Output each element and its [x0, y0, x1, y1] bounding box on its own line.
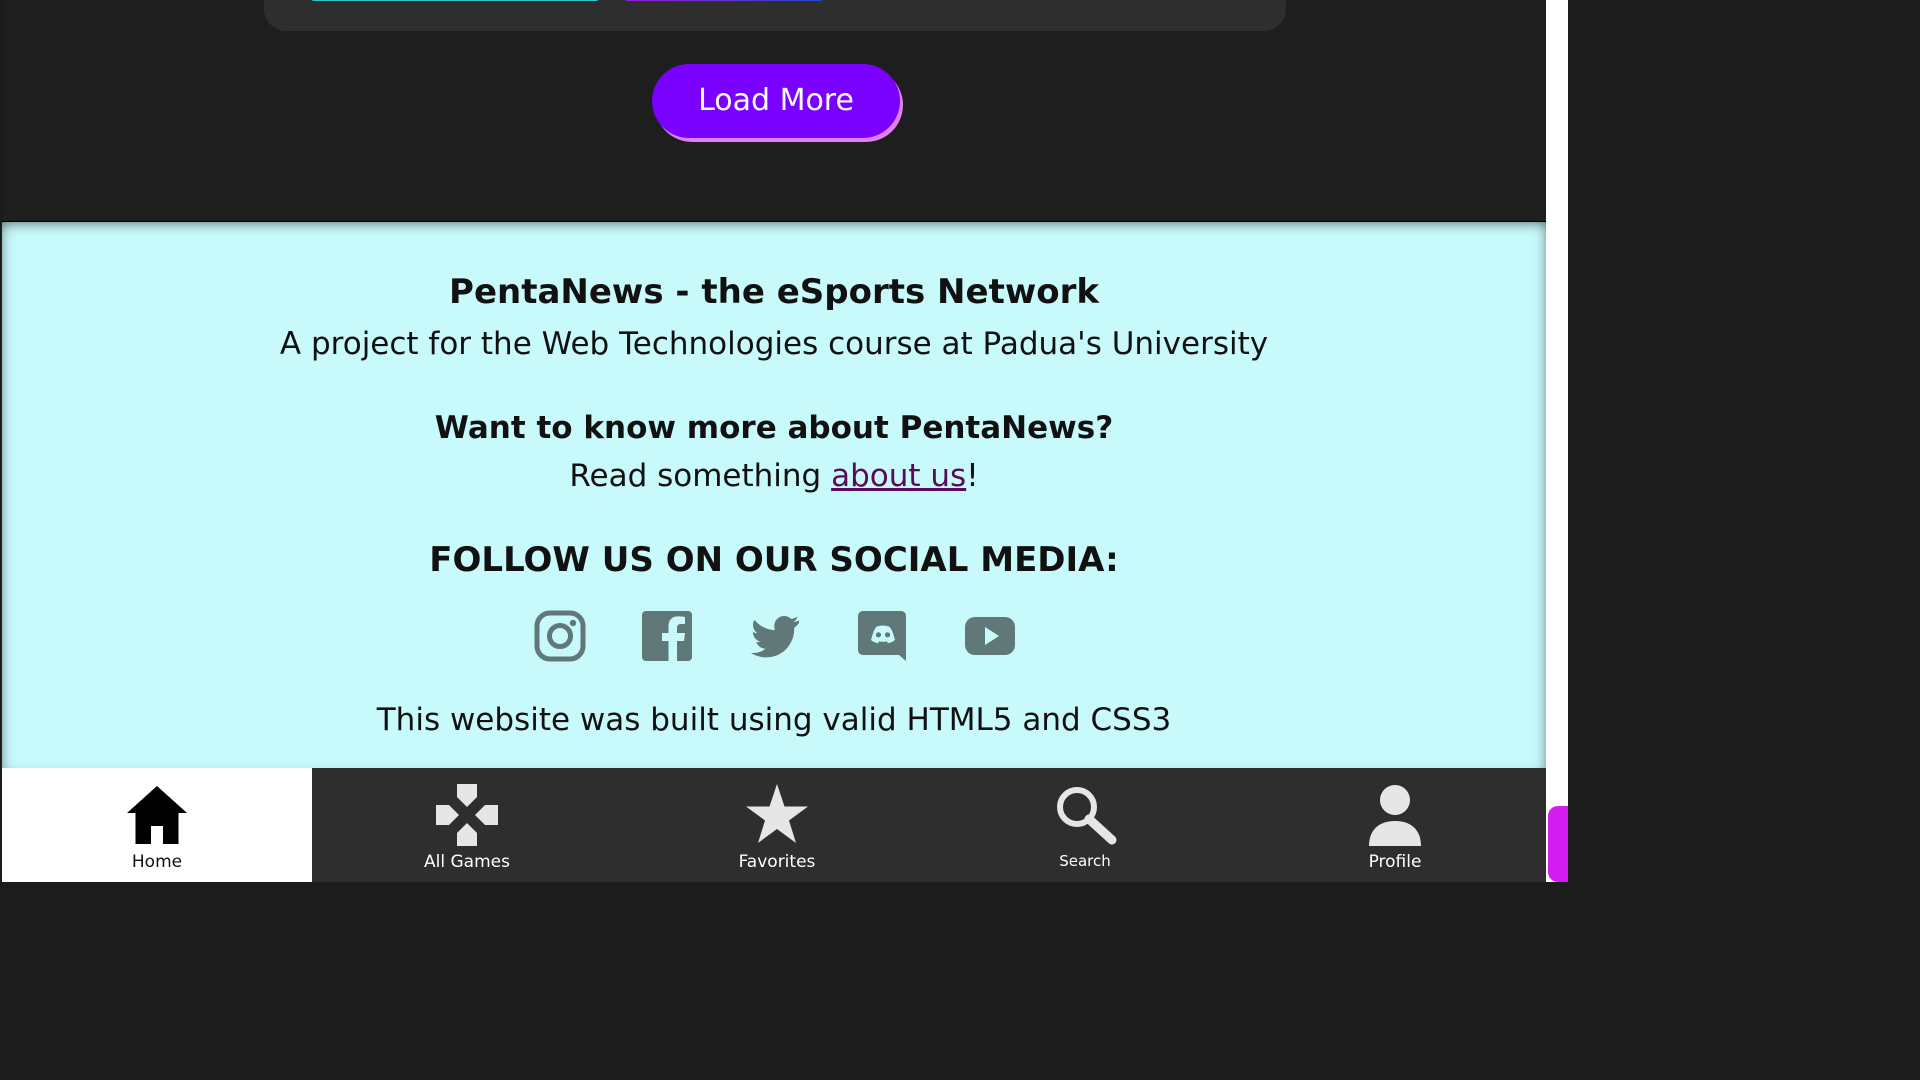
footer-title: PentaNews - the eSports Network: [449, 272, 1099, 312]
nav-label-home: Home: [131, 852, 183, 872]
nav-item-home[interactable]: Home: [2, 768, 312, 882]
youtube-icon[interactable]: [964, 610, 1016, 662]
nav-item-all-games[interactable]: All Games: [312, 768, 622, 882]
gamepad-icon: [436, 784, 498, 846]
nav-label-search: Search: [1059, 852, 1111, 870]
person-icon: [1369, 785, 1421, 846]
about-us-link[interactable]: about us: [831, 458, 966, 494]
footer-subtitle: A project for the Web Technologies cours…: [279, 326, 1269, 362]
load-more-button[interactable]: Load More: [652, 64, 900, 138]
scrollbar-thumb[interactable]: [1548, 806, 1568, 882]
built-with-text: This website was built using valid HTML5…: [376, 702, 1172, 738]
about-prefix: Read something: [569, 458, 832, 494]
about-line: Read something about us!: [2, 458, 1546, 494]
instagram-icon[interactable]: [534, 610, 586, 662]
about-suffix: !: [966, 458, 979, 494]
star-icon: [746, 784, 808, 843]
site-footer: PentaNews - the eSports Network A projec…: [2, 222, 1546, 768]
scrollbar-track[interactable]: [1546, 0, 1568, 882]
card-accent-bar: [310, 0, 600, 1]
nav-item-search[interactable]: Search: [930, 768, 1240, 882]
discord-icon[interactable]: [857, 610, 909, 662]
nav-label-all-games: All Games: [424, 852, 510, 872]
nav-item-favorites[interactable]: Favorites: [622, 768, 932, 882]
about-heading: Want to know more about PentaNews?: [434, 410, 1114, 446]
page: Load More PentaNews - the eSports Networ…: [0, 0, 1568, 882]
search-icon: [1057, 787, 1117, 845]
social-heading: FOLLOW US ON OUR SOCIAL MEDIA:: [429, 540, 1119, 580]
home-icon: [127, 786, 187, 844]
nav-label-favorites: Favorites: [738, 852, 816, 872]
game-card-row: [264, 0, 1286, 31]
social-links: [2, 610, 1546, 664]
card-accent-bar: [624, 0, 824, 1]
nav-item-profile[interactable]: Profile: [1240, 768, 1550, 882]
facebook-icon[interactable]: [641, 610, 693, 662]
twitter-icon[interactable]: [749, 610, 801, 662]
bottom-navigation: Home All Games Favorites Search Profile: [2, 768, 1546, 882]
nav-label-profile: Profile: [1368, 852, 1422, 872]
main-content: Load More: [2, 0, 1546, 222]
